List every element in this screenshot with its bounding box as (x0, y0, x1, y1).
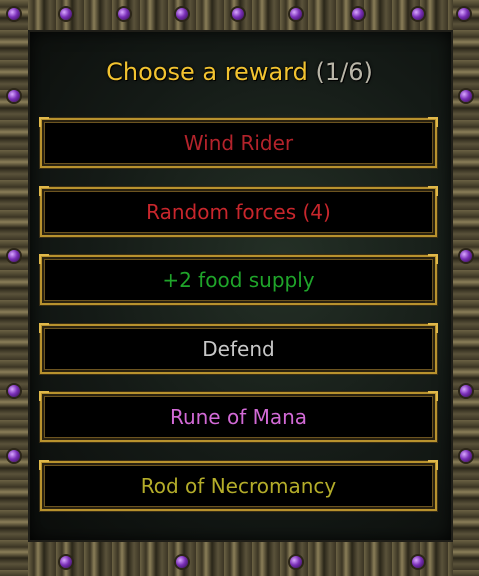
purple-gem-icon (176, 556, 188, 568)
reward-dialog-frame: Choose a reward (1/6) Wind Rider Random … (0, 0, 479, 576)
purple-gem-icon (412, 556, 424, 568)
purple-gem-icon (460, 450, 472, 462)
dialog-title-text: Choose a reward (106, 58, 308, 86)
purple-gem-icon (460, 385, 472, 397)
reward-option-random-forces[interactable]: Random forces (4) (39, 186, 438, 237)
purple-gem-icon (460, 90, 472, 102)
purple-gem-icon (8, 90, 20, 102)
reward-count: (1/6) (315, 58, 373, 86)
ornate-border-left (0, 0, 28, 576)
purple-gem-icon (176, 8, 188, 20)
purple-gem-icon (352, 8, 364, 20)
purple-gem-icon (8, 250, 20, 262)
purple-gem-icon (8, 8, 20, 20)
purple-gem-icon (60, 556, 72, 568)
reward-option-defend[interactable]: Defend (39, 323, 438, 374)
purple-gem-icon (290, 556, 302, 568)
purple-gem-icon (118, 8, 130, 20)
purple-gem-icon (8, 385, 20, 397)
purple-gem-icon (458, 8, 470, 20)
ornate-border-right (453, 0, 479, 576)
reward-option-food-supply[interactable]: +2 food supply (39, 254, 438, 305)
purple-gem-icon (290, 8, 302, 20)
purple-gem-icon (460, 250, 472, 262)
reward-option-wind-rider[interactable]: Wind Rider (39, 117, 438, 168)
dialog-title: Choose a reward (1/6) (0, 58, 479, 86)
ornate-border-bottom (0, 542, 479, 576)
reward-option-rod-of-necromancy[interactable]: Rod of Necromancy (39, 460, 438, 511)
purple-gem-icon (412, 8, 424, 20)
purple-gem-icon (232, 8, 244, 20)
purple-gem-icon (8, 450, 20, 462)
purple-gem-icon (60, 8, 72, 20)
reward-option-rune-of-mana[interactable]: Rune of Mana (39, 391, 438, 442)
